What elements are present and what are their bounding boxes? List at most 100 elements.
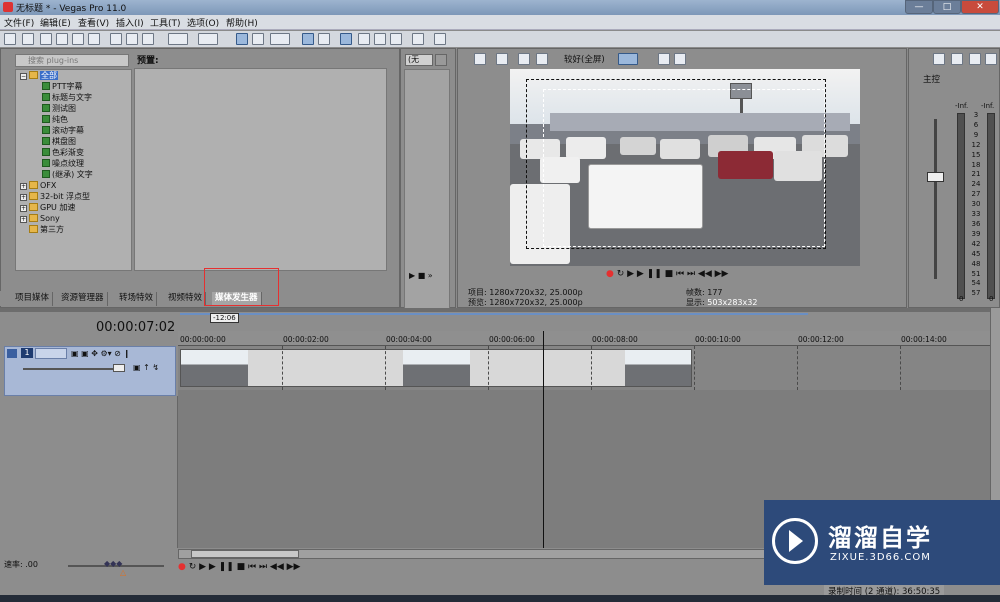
loop-region-bar[interactable]	[180, 313, 808, 315]
trimmer-play-icon[interactable]: ▶ ■ »	[409, 271, 433, 280]
menu-file[interactable]: 文件(F)	[4, 16, 34, 29]
track-buttons[interactable]: ▣ ▣ ✥ ⚙▾ ⊘ ❙	[71, 349, 130, 358]
expand-icon[interactable]: +	[20, 216, 27, 223]
tree-item-label: 第三方	[40, 225, 64, 234]
copy-snapshot-icon[interactable]	[658, 53, 670, 65]
master-config-icon[interactable]	[969, 53, 981, 65]
menu-view[interactable]: 查看(V)	[78, 16, 109, 29]
new-icon[interactable]	[4, 33, 16, 45]
tab-transitions[interactable]: 转场特效	[116, 292, 158, 306]
meter-right	[987, 113, 995, 299]
tree-item[interactable]: (继承) 文字	[16, 169, 131, 180]
tree-item[interactable]: + Sony	[16, 213, 131, 224]
tree-item[interactable]: 第三方	[16, 224, 131, 235]
meter-scale-label: 51	[971, 269, 981, 278]
redo-icon[interactable]	[198, 33, 218, 45]
menu-options[interactable]: 选项(O)	[187, 16, 219, 29]
meter-scale-label: 9	[973, 130, 979, 139]
ignore-grouping-icon[interactable]	[374, 33, 386, 45]
open-icon[interactable]	[22, 33, 34, 45]
tab-video-fx[interactable]: 视频特效	[165, 292, 207, 306]
preset-area[interactable]	[134, 68, 387, 271]
edit-tool-icon[interactable]	[236, 33, 248, 45]
preview-properties-icon[interactable]	[474, 53, 486, 65]
preview-fx-icon[interactable]	[518, 53, 530, 65]
whats-this-icon[interactable]	[434, 33, 446, 45]
tree-item[interactable]: 棋盘图	[16, 136, 131, 147]
track-opacity-slider[interactable]	[23, 368, 123, 370]
menu-help[interactable]: 帮助(H)	[226, 16, 258, 29]
maximize-button[interactable]: □	[933, 0, 961, 14]
meter-bottom-right: 0	[989, 295, 994, 303]
tree-item[interactable]: 色彩渐变	[16, 147, 131, 158]
preview-external-icon[interactable]	[496, 53, 508, 65]
master-split-icon[interactable]	[951, 53, 963, 65]
plugin-search-input[interactable]: 搜索 plug-ins	[15, 54, 129, 67]
save-snapshot-icon[interactable]	[674, 53, 686, 65]
track-name-field[interactable]	[35, 348, 67, 359]
copy-icon[interactable]	[126, 33, 138, 45]
tree-item[interactable]: − 全部	[16, 70, 131, 81]
undo-icon[interactable]	[168, 33, 188, 45]
trimmer-select[interactable]: (无	[405, 54, 433, 66]
properties-icon[interactable]	[88, 33, 100, 45]
master-fx-icon[interactable]	[933, 53, 945, 65]
expand-icon[interactable]: +	[20, 194, 27, 201]
auto-crossfade-icon[interactable]	[390, 33, 402, 45]
scroll-thumb[interactable]	[191, 550, 299, 558]
expand-icon[interactable]: +	[20, 183, 27, 190]
menu-insert[interactable]: 插入(I)	[116, 16, 144, 29]
folder-icon	[29, 214, 38, 222]
close-button[interactable]: ✕	[961, 0, 999, 14]
rate-thumb[interactable]: ◆◆◆	[104, 559, 122, 568]
tree-item[interactable]: PTT字幕	[16, 81, 131, 92]
master-fader[interactable]	[927, 172, 944, 182]
tree-item[interactable]: 噪点纹理	[16, 158, 131, 169]
snap-icon[interactable]	[318, 33, 330, 45]
selection-tool-icon[interactable]	[270, 33, 290, 45]
expand-icon[interactable]: +	[20, 205, 27, 212]
tree-item-label: 全部	[40, 71, 58, 80]
menu-edit[interactable]: 编辑(E)	[40, 16, 71, 29]
ruler-tick-label: 00:00:00:00	[180, 335, 226, 344]
transport-bar[interactable]: ● ↻ ▶ ▶ ❚❚ ■ ⏮ ⏭ ◀◀ ▶▶	[178, 562, 578, 577]
region-marker[interactable]: -12:06	[210, 313, 239, 323]
minimize-button[interactable]: —	[905, 0, 933, 14]
tree-item[interactable]: 滚动字幕	[16, 125, 131, 136]
menu-tools[interactable]: 工具(T)	[150, 16, 181, 29]
save-icon[interactable]	[40, 33, 52, 45]
lock-envelope-icon[interactable]	[358, 33, 370, 45]
master-more-icon[interactable]	[985, 53, 997, 65]
trimmer-menu-icon[interactable]	[435, 54, 447, 66]
playhead-cursor[interactable]	[543, 331, 544, 548]
tree-item[interactable]: 纯色	[16, 114, 131, 125]
meter-bottom-left: 0	[959, 295, 964, 303]
zoom-tool-icon[interactable]	[302, 33, 314, 45]
preview-transport[interactable]: ● ↻ ▶ ▶ ❚❚ ■ ⏮ ⏭ ◀◀ ▶▶	[606, 269, 728, 279]
split-screen-icon[interactable]	[536, 53, 548, 65]
preview-quality-select[interactable]: 较好(全屏)	[564, 53, 605, 65]
tree-item[interactable]: 测试图	[16, 103, 131, 114]
envelope-tool-icon[interactable]	[252, 33, 264, 45]
collapse-icon[interactable]: −	[20, 73, 27, 80]
help-icon[interactable]	[412, 33, 424, 45]
cut-icon[interactable]	[110, 33, 122, 45]
tree-item[interactable]: + OFX	[16, 180, 131, 191]
tree-item[interactable]: + GPU 加速	[16, 202, 131, 213]
tab-project-media[interactable]: 项目媒体	[12, 292, 54, 306]
safe-area-inner	[543, 89, 825, 247]
opacity-thumb[interactable]	[113, 364, 125, 372]
title-bar: 无标题 * - Vegas Pro 11.0 — □ ✕	[0, 0, 1000, 15]
overlays-icon[interactable]	[618, 53, 638, 65]
clip-thumbnail-2	[403, 350, 470, 386]
tree-item[interactable]: +32-bit 浮点型	[16, 191, 131, 202]
paste-icon[interactable]	[142, 33, 154, 45]
tab-explorer[interactable]: 资源管理器	[58, 292, 108, 306]
saveas-icon[interactable]	[56, 33, 68, 45]
tree-item[interactable]: 标题与文字	[16, 92, 131, 103]
video-track-header[interactable]: 1 ▣ ▣ ✥ ⚙▾ ⊘ ❙ ▣ ↑ ↯	[4, 346, 176, 396]
render-icon[interactable]	[72, 33, 84, 45]
track-motion-icon[interactable]: ▣ ↑ ↯	[133, 363, 159, 372]
time-ruler[interactable]: 00:00:00:00 00:00:02:00 00:00:04:00 00:00:0…	[178, 331, 990, 346]
autoripple-icon[interactable]	[340, 33, 352, 45]
